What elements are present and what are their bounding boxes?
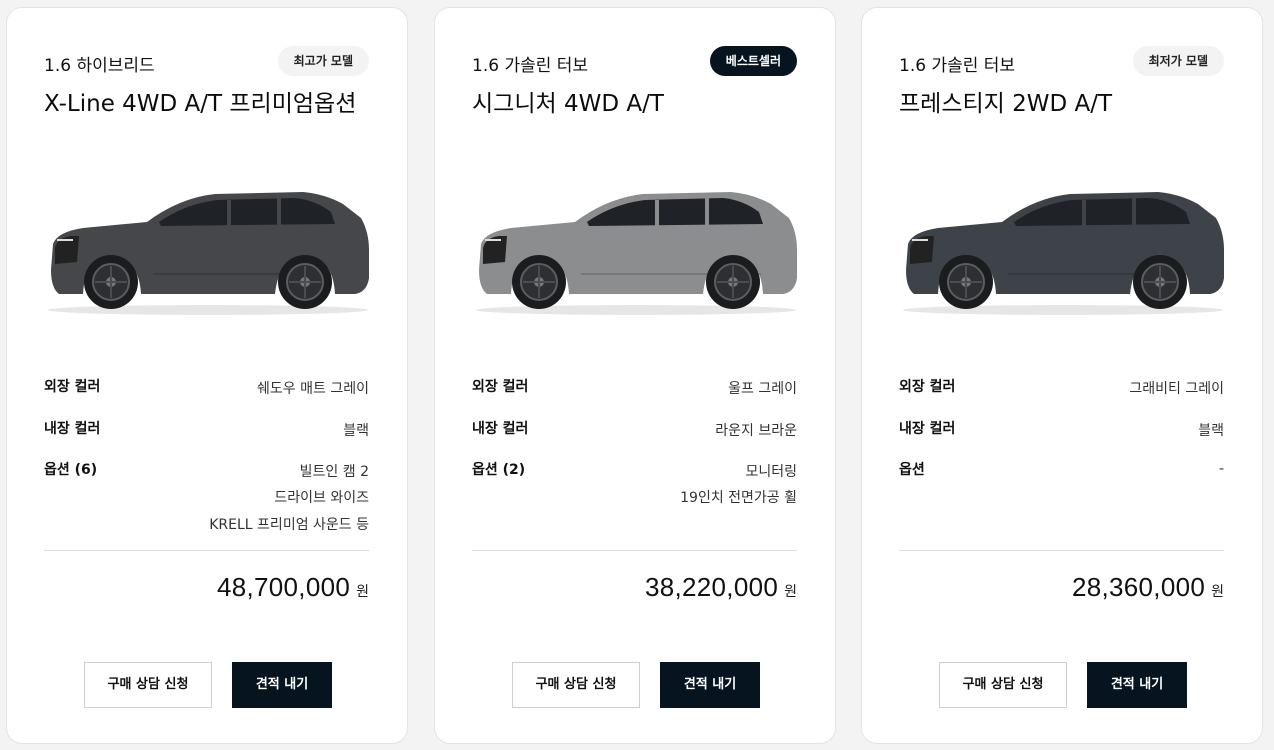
price-value: 28,360,000 [1071,572,1206,602]
option-item: 빌트인 캠 2 [299,464,369,480]
interior-color-value: 라운지 브라운 [715,423,797,439]
price: 28,360,000 원 [1072,572,1224,603]
trim-card-1: 1.6 하이브리드 최고가 모델 X-Line 4WD A/T 프리미엄옵션 외… [6,7,408,744]
status-badge: 베스트셀러 [709,46,797,76]
divider [44,550,369,551]
option-item: 19인치 전면가공 휠 [680,490,797,506]
exterior-color-label: 외장 컬러 [44,379,101,395]
exterior-color-value: 울프 그레이 [728,381,797,397]
option-item: KRELL 프리미엄 사운드 등 [209,517,369,533]
status-badge: 최고가 모델 [277,46,369,76]
exterior-color-label: 외장 컬러 [899,379,956,395]
options-label: 옵션 [899,462,925,478]
options-label: 옵션 (6) [44,462,98,478]
consult-button[interactable]: 구매 상담 신청 [84,662,212,708]
trim-name: 1.6 가솔린 터보 [472,56,589,76]
quote-button[interactable]: 견적 내기 [232,662,332,708]
price-value: 38,220,000 [644,572,779,602]
option-item: - [1218,461,1224,477]
price-unit: 원 [356,584,369,600]
consult-button[interactable]: 구매 상담 신청 [512,662,640,708]
options-label: 옵션 (2) [472,462,526,478]
price-value: 48,700,000 [216,572,351,602]
price: 38,220,000 원 [645,572,797,603]
option-item: 드라이브 와이즈 [274,490,369,506]
interior-color-label: 내장 컬러 [44,421,101,437]
exterior-color-value: 그래비티 그레이 [1129,381,1224,397]
consult-button[interactable]: 구매 상담 신청 [939,662,1067,708]
divider [899,550,1224,551]
exterior-color-label: 외장 컬러 [472,379,529,395]
price-unit: 원 [1211,584,1224,600]
car-image [898,178,1228,318]
price-unit: 원 [784,584,797,600]
quote-button[interactable]: 견적 내기 [1087,662,1187,708]
divider [472,550,797,551]
trim-name: 1.6 하이브리드 [44,56,155,76]
trim-card-3: 1.6 가솔린 터보 최저가 모델 프레스티지 2WD A/T 외장 컬러 그래… [861,7,1263,744]
quote-button[interactable]: 견적 내기 [660,662,760,708]
car-image [471,178,801,318]
status-badge: 최저가 모델 [1132,46,1224,76]
trim-card-2: 1.6 가솔린 터보 베스트셀러 시그니처 4WD A/T 외장 컬러 울프 그… [434,7,836,744]
interior-color-value: 블랙 [1198,423,1224,439]
model-name: 프레스티지 2WD A/T [899,91,1113,117]
model-name: 시그니처 4WD A/T [472,91,664,117]
exterior-color-value: 쉐도우 매트 그레이 [257,381,369,397]
option-item: 모니터링 [745,464,797,480]
interior-color-label: 내장 컬러 [472,421,529,437]
price: 48,700,000 원 [217,572,369,603]
trim-name: 1.6 가솔린 터보 [899,56,1016,76]
interior-color-label: 내장 컬러 [899,421,956,437]
interior-color-value: 블랙 [343,423,369,439]
car-image [43,178,373,318]
model-name: X-Line 4WD A/T 프리미엄옵션 [44,91,357,117]
